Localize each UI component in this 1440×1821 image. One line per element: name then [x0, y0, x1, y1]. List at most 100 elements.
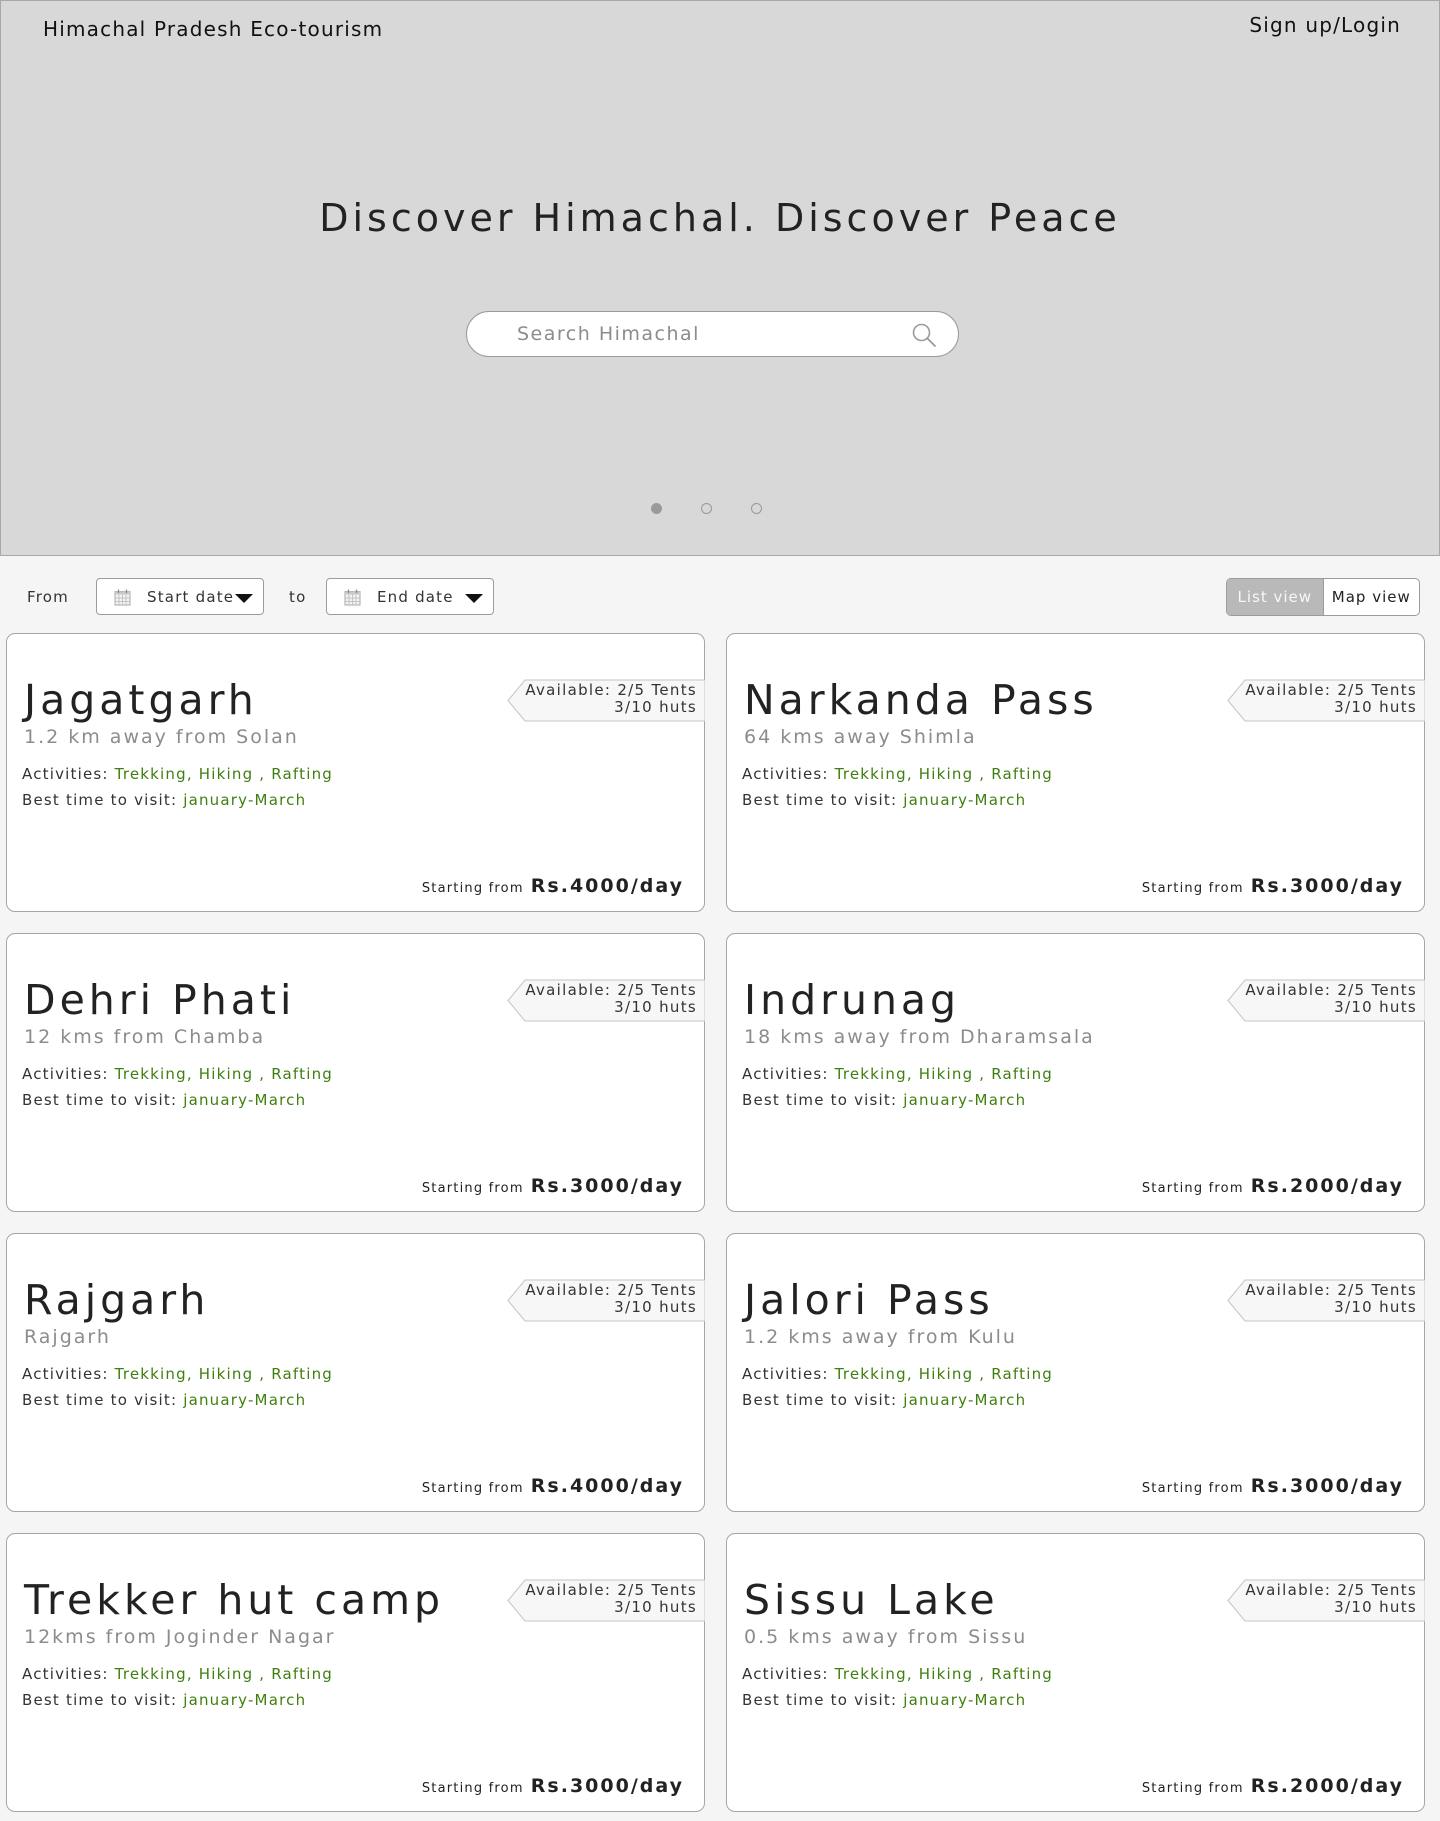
availability-tag: Available: 2/5 Tents 3/10 huts: [1227, 1279, 1425, 1322]
carousel-dot-3[interactable]: [751, 503, 762, 514]
activities-value: Trekking, Hiking , Rafting: [834, 765, 1053, 783]
best-time-label: Best time to visit:: [22, 1691, 184, 1709]
activities-label: Activities:: [742, 1065, 835, 1083]
destination-name: Jagatgarh: [24, 676, 258, 724]
huts-availability: 3/10 huts: [614, 698, 697, 716]
starting-from-label: Starting from: [1141, 1781, 1244, 1796]
availability-tag: Available: 2/5 Tents 3/10 huts: [507, 979, 705, 1022]
activities-line: Activities: Trekking, Hiking , Rafting: [742, 765, 1053, 783]
carousel-dot-1[interactable]: [651, 503, 662, 514]
best-time-line: Best time to visit: january-March: [742, 1091, 1026, 1109]
filter-bar: From Start date to End date List view Ma…: [0, 578, 1440, 616]
best-time-value: january-March: [183, 1391, 307, 1409]
best-time-label: Best time to visit:: [742, 1091, 904, 1109]
carousel-dot-2[interactable]: [701, 503, 712, 514]
activities-label: Activities:: [742, 765, 835, 783]
destination-card-8[interactable]: Sissu Lake 0.5 kms away from Sissu Activ…: [726, 1533, 1425, 1812]
tents-availability: Available: 2/5 Tents: [525, 681, 697, 699]
best-time-line: Best time to visit: january-March: [742, 791, 1026, 809]
destination-distance: 64 kms away Shimla: [744, 726, 977, 748]
availability-tag: Available: 2/5 Tents 3/10 huts: [1227, 679, 1425, 722]
best-time-label: Best time to visit:: [742, 1691, 904, 1709]
destination-distance: 1.2 km away from Solan: [24, 726, 299, 748]
destination-distance: 18 kms away from Dharamsala: [744, 1026, 1095, 1048]
search-bar: [466, 311, 959, 357]
huts-availability: 3/10 huts: [1334, 698, 1417, 716]
list-view-button[interactable]: List view: [1227, 579, 1324, 615]
availability-tag: Available: 2/5 Tents 3/10 huts: [507, 1279, 705, 1322]
destination-distance: 0.5 kms away from Sissu: [744, 1626, 1028, 1648]
huts-availability: 3/10 huts: [614, 1298, 697, 1316]
activities-label: Activities:: [22, 1665, 115, 1683]
activities-line: Activities: Trekking, Hiking , Rafting: [742, 1665, 1053, 1683]
destination-distance: Rajgarh: [24, 1326, 111, 1348]
best-time-line: Best time to visit: january-March: [22, 1091, 306, 1109]
destination-card-7[interactable]: Trekker hut camp 12kms from Joginder Nag…: [6, 1533, 705, 1812]
starting-from-label: Starting from: [421, 1181, 524, 1196]
site-brand[interactable]: Himachal Pradesh Eco-tourism: [43, 17, 383, 41]
tents-availability: Available: 2/5 Tents: [1245, 1281, 1417, 1299]
destination-card-1[interactable]: Jagatgarh 1.2 km away from Solan Activit…: [6, 633, 705, 912]
destination-card-4[interactable]: Indrunag 18 kms away from Dharamsala Act…: [726, 933, 1425, 1212]
price-line: Starting from Rs.3000/day: [422, 1175, 684, 1197]
chevron-down-icon: [465, 594, 483, 603]
best-time-line: Best time to visit: january-March: [22, 791, 306, 809]
availability-tag: Available: 2/5 Tents 3/10 huts: [1227, 979, 1425, 1022]
price-line: Starting from Rs.3000/day: [1142, 875, 1404, 897]
calendar-icon: [114, 589, 131, 610]
destination-name: Sissu Lake: [744, 1576, 999, 1624]
starting-from-label: Starting from: [1141, 1181, 1244, 1196]
destination-card-2[interactable]: Narkanda Pass 64 kms away Shimla Activit…: [726, 633, 1425, 912]
price-value: Rs.2000/day: [1250, 1175, 1404, 1197]
destination-name: Dehri Phati: [24, 976, 296, 1024]
activities-line: Activities: Trekking, Hiking , Rafting: [22, 1365, 333, 1383]
best-time-label: Best time to visit:: [22, 1391, 184, 1409]
availability-tag: Available: 2/5 Tents 3/10 huts: [1227, 1579, 1425, 1622]
activities-label: Activities:: [742, 1365, 835, 1383]
price-line: Starting from Rs.2000/day: [1142, 1175, 1404, 1197]
starting-from-label: Starting from: [1141, 1481, 1244, 1496]
start-date-text: Start date: [147, 588, 235, 606]
activities-value: Trekking, Hiking , Rafting: [114, 765, 333, 783]
map-view-button[interactable]: Map view: [1324, 579, 1420, 615]
huts-availability: 3/10 huts: [614, 998, 697, 1016]
price-value: Rs.2000/day: [1250, 1775, 1404, 1797]
starting-from-label: Starting from: [1141, 881, 1244, 896]
best-time-value: january-March: [903, 1691, 1027, 1709]
activities-line: Activities: Trekking, Hiking , Rafting: [742, 1065, 1053, 1083]
end-date-dropdown[interactable]: End date: [326, 578, 494, 615]
from-label: From: [27, 588, 69, 606]
starting-from-label: Starting from: [421, 1781, 524, 1796]
price-line: Starting from Rs.3000/day: [422, 1775, 684, 1797]
to-label: to: [289, 588, 307, 606]
activities-label: Activities:: [22, 765, 115, 783]
activities-label: Activities:: [22, 1365, 115, 1383]
destination-card-5[interactable]: Rajgarh Rajgarh Activities: Trekking, Hi…: [6, 1233, 705, 1512]
hero-banner: Himachal Pradesh Eco-tourism Sign up/Log…: [0, 0, 1440, 556]
destination-distance: 12 kms from Chamba: [24, 1026, 266, 1048]
hero-tagline: Discover Himachal. Discover Peace: [319, 196, 1121, 240]
availability-tag: Available: 2/5 Tents 3/10 huts: [507, 1579, 705, 1622]
activities-value: Trekking, Hiking , Rafting: [834, 1665, 1053, 1683]
destination-name: Jalori Pass: [744, 1276, 994, 1324]
best-time-line: Best time to visit: january-March: [742, 1391, 1026, 1409]
availability-tag: Available: 2/5 Tents 3/10 huts: [507, 679, 705, 722]
search-input[interactable]: [517, 320, 897, 348]
price-value: Rs.4000/day: [530, 875, 684, 897]
activities-label: Activities:: [22, 1065, 115, 1083]
best-time-value: january-March: [903, 1391, 1027, 1409]
destination-card-3[interactable]: Dehri Phati 12 kms from Chamba Activitie…: [6, 933, 705, 1212]
start-date-dropdown[interactable]: Start date: [96, 578, 264, 615]
search-icon[interactable]: [911, 322, 937, 352]
destination-card-6[interactable]: Jalori Pass 1.2 kms away from Kulu Activ…: [726, 1233, 1425, 1512]
best-time-label: Best time to visit:: [742, 791, 904, 809]
signup-login-link[interactable]: Sign up/Login: [1249, 13, 1401, 37]
best-time-line: Best time to visit: january-March: [22, 1391, 306, 1409]
activities-value: Trekking, Hiking , Rafting: [114, 1365, 333, 1383]
destination-name: Narkanda Pass: [744, 676, 1098, 724]
calendar-icon: [344, 589, 361, 610]
starting-from-label: Starting from: [421, 1481, 524, 1496]
best-time-value: january-March: [903, 791, 1027, 809]
price-line: Starting from Rs.4000/day: [422, 875, 684, 897]
best-time-label: Best time to visit:: [22, 791, 184, 809]
